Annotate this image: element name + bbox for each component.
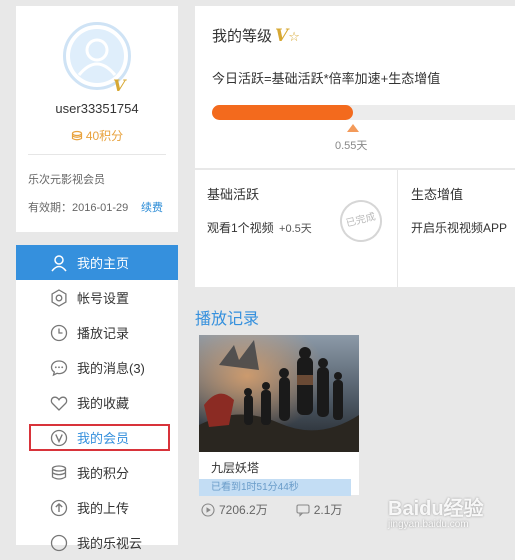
- baidu-watermark-logo: Baidu经验 jingyan.baidu.com: [388, 492, 484, 530]
- basic-activity-task[interactable]: 观看1个视频 +0.5天: [207, 219, 312, 236]
- renew-link[interactable]: 续费: [141, 199, 163, 215]
- level-badge-icon: V: [275, 26, 289, 46]
- vip-badge-icon: V: [113, 76, 126, 95]
- comment-count: 2.1万: [313, 503, 343, 517]
- sidebar-item-label: 帐号设置: [77, 291, 130, 306]
- sidebar-item-label: 我的上传: [77, 501, 130, 516]
- sidebar-item-points[interactable]: 我的积分: [16, 455, 178, 490]
- sidebar-item-label: 我的积分: [77, 466, 130, 481]
- username: user33351754: [55, 101, 139, 116]
- progress-fill: [212, 105, 353, 120]
- sidebar-item-messages[interactable]: 我的消息(3): [16, 350, 178, 385]
- video-title[interactable]: 九层妖塔: [211, 459, 259, 476]
- user-icon: [51, 255, 67, 272]
- sidebar-item-label: 我的主页: [77, 256, 130, 271]
- level-title: 我的等级 V☆: [212, 25, 300, 46]
- progress-pointer-icon: [347, 124, 359, 132]
- comment-icon: [296, 503, 310, 517]
- video-stats: 7206.2万 2.1万: [201, 501, 342, 518]
- message-icon: [50, 360, 68, 377]
- watermark-url: jingyan.baidu.com: [388, 519, 469, 530]
- sidebar-item-favorites[interactable]: 我的收藏: [16, 385, 178, 420]
- video-card[interactable]: 九层妖塔 已看到1时51分44秒: [199, 335, 359, 496]
- progress-days: 0.55天: [335, 140, 368, 152]
- cloud-icon: [50, 534, 68, 552]
- points-value: 40积分: [85, 129, 124, 143]
- sidebar-item-label: 我的乐视云: [77, 536, 143, 551]
- completed-stamp-icon: 已完成: [335, 195, 387, 247]
- level-title-text: 我的等级: [212, 28, 273, 45]
- watched-progress: 已看到1时51分44秒: [199, 479, 351, 496]
- play-count: 7206.2万: [219, 503, 268, 517]
- sidebar-nav: 我的主页 帐号设置 播放记录 我的消息(3) 我的收藏 我的会员 我的积分 我的…: [16, 245, 178, 552]
- sidebar-item-home[interactable]: 我的主页: [16, 245, 178, 280]
- annotation-highlight-box: [29, 424, 170, 451]
- eco-bonus-title: 生态增值: [411, 187, 464, 202]
- user-avatar-icon: [77, 38, 117, 76]
- sidebar-item-account-settings[interactable]: 帐号设置: [16, 280, 178, 315]
- points-badge[interactable]: 40积分: [16, 127, 178, 144]
- play-count-icon: [201, 502, 215, 517]
- member-type: 乐次元影视会员: [28, 174, 105, 186]
- video-poster-image[interactable]: [199, 335, 359, 452]
- task-cards: 基础活跃 观看1个视频 +0.5天 已完成 生态增值 开启乐视视频APP: [195, 170, 515, 287]
- coins-icon: [71, 130, 82, 141]
- divider: [397, 170, 398, 287]
- task-desc-text: 观看1个视频: [207, 221, 274, 235]
- star-icon: ☆: [288, 29, 300, 44]
- watermark-brand: Baidu经验: [388, 498, 484, 520]
- eco-bonus-task[interactable]: 开启乐视视频APP: [411, 219, 507, 236]
- sidebar-item-label: 播放记录: [77, 326, 130, 341]
- activity-formula: 今日活跃=基础活跃*倍率加速+生态增值: [212, 71, 441, 86]
- task-reward: +0.5天: [279, 223, 312, 235]
- basic-activity-title: 基础活跃: [207, 187, 260, 202]
- profile-card: V user33351754 40积分 乐次元影视会员 有效期：2016-01-…: [16, 6, 178, 232]
- completed-stamp-text: 已完成: [344, 211, 377, 230]
- sidebar-item-label: 我的消息(3): [77, 361, 145, 376]
- sidebar-item-cloud[interactable]: 我的乐视云: [16, 525, 178, 560]
- gear-icon: [51, 289, 67, 307]
- play-history-title: 播放记录: [195, 311, 260, 328]
- level-card: 我的等级 V☆ 今日活跃=基础活跃*倍率加速+生态增值 0.55天: [195, 6, 515, 168]
- divider: [28, 154, 166, 155]
- clock-icon: [50, 324, 68, 342]
- sidebar-item-play-history[interactable]: 播放记录: [16, 315, 178, 350]
- heart-icon: [50, 396, 68, 411]
- coins-icon: [51, 465, 67, 480]
- sidebar-item-uploads[interactable]: 我的上传: [16, 490, 178, 525]
- validity-date: 有效期：2016-01-29: [28, 202, 129, 214]
- sidebar-item-label: 我的收藏: [77, 396, 130, 411]
- upload-icon: [50, 499, 68, 517]
